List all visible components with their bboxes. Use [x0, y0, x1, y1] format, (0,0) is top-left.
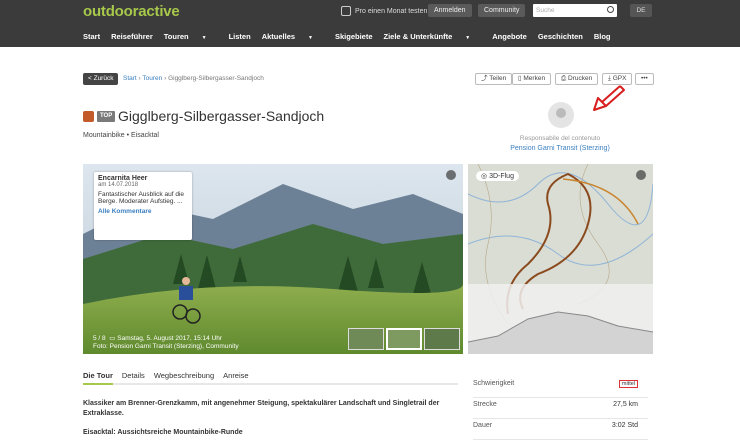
chevron-down-icon: ▼: [308, 35, 313, 41]
main-nav: Start Reiseführer Touren ▼ Listen Aktuell…: [83, 32, 622, 41]
responsible-name-link[interactable]: Pension Garni Transit (Sterzing): [480, 145, 640, 152]
tab-divider: [83, 383, 458, 385]
chevron-down-icon: ▼: [465, 35, 471, 41]
stat-label: Schwierigkeit: [473, 380, 515, 387]
nav-item-touren-label: Touren: [163, 32, 189, 41]
photo-thumbnail[interactable]: [348, 328, 384, 350]
back-button[interactable]: < Zurück: [83, 73, 119, 85]
nav-item-geschichten[interactable]: Geschichten: [538, 32, 583, 41]
print-label: Drucken: [568, 75, 593, 82]
tab-details[interactable]: Details: [122, 371, 145, 380]
bookmark-label: Merken: [523, 75, 546, 82]
photo-thumbnail[interactable]: [424, 328, 460, 350]
nav-item-listen[interactable]: Listen: [229, 32, 251, 41]
3d-flight-button[interactable]: ◎ 3D-Flug: [476, 171, 519, 181]
nav-item-ziele[interactable]: Ziele & Unterkünfte ▼: [384, 32, 482, 41]
bookmark-button[interactable]: ▯ Merken: [512, 73, 552, 85]
photo-date: Samstag, 5. August 2017, 15:14 Uhr: [117, 335, 223, 342]
stat-value: 3:02 Std: [611, 422, 638, 429]
responsible-label: Responsabile del contenuto: [519, 135, 601, 142]
search-icon[interactable]: [607, 6, 614, 13]
stat-value: 27,5 km: [613, 401, 638, 408]
3d-flight-icon: ◎: [481, 173, 490, 180]
top-badge: TOP: [97, 111, 116, 122]
pro-icon: [341, 6, 351, 16]
tour-tabs: Die Tour Details Wegbeschreibung Anreise: [83, 371, 258, 380]
comment-text: Fantastischer Ausblick auf die Berge. Mo…: [98, 191, 184, 205]
active-tab-indicator: [83, 383, 113, 385]
all-comments-link[interactable]: Alle Kommentare: [98, 208, 188, 215]
nav-item-aktuelles-label: Aktuelles: [261, 32, 296, 41]
pro-trial-label: Pro einen Monat testen: [355, 7, 428, 15]
stat-row-duration: Dauer 3:02 Std: [473, 422, 648, 440]
more-button[interactable]: •••: [635, 73, 654, 85]
expand-photo-icon[interactable]: [446, 170, 456, 180]
tour-subtitle: Mountainbike • Eisacktal: [83, 132, 159, 139]
photo-counter: 5 / 8: [93, 335, 106, 342]
share-label: Teilen: [489, 75, 507, 82]
stat-row-difficulty: Schwierigkeit mittel: [473, 380, 648, 398]
breadcrumb-tours[interactable]: Touren: [142, 75, 162, 82]
mountainbike-icon: [83, 111, 94, 122]
logo[interactable]: outdooractive: [83, 3, 180, 20]
nav-item-angebote[interactable]: Angebote: [492, 32, 527, 41]
print-icon: ⎙: [561, 75, 569, 82]
photo-credit: Foto: Pension Garni Transit (Sterzing), …: [93, 343, 239, 350]
3d-flight-label: 3D-Flug: [489, 173, 514, 180]
nav-item-touren[interactable]: Touren ▼: [164, 32, 218, 41]
search-placeholder: Suche: [536, 7, 555, 14]
expand-map-icon[interactable]: [636, 170, 646, 180]
tab-route-description[interactable]: Wegbeschreibung: [154, 371, 214, 380]
tab-tour[interactable]: Die Tour: [83, 371, 113, 380]
tour-intro: Klassiker am Brenner-Grenzkamm, mit ange…: [83, 400, 440, 417]
description-heading: Eisacktal: Aussichtsreiche Mountainbike-…: [83, 429, 243, 436]
community-button[interactable]: Community: [478, 4, 526, 17]
stat-label: Strecke: [473, 401, 497, 408]
avatar[interactable]: [548, 102, 574, 128]
comment-popup: Encarnita Heer am 14.07.2018 Fantastisch…: [94, 172, 192, 240]
language-select[interactable]: DE: [630, 4, 652, 17]
red-arrow-annotation: [593, 85, 625, 111]
pro-trial-link[interactable]: Pro einen Monat testen: [341, 6, 427, 16]
breadcrumb: Start › Touren › Gigglberg-Silbergasser-…: [123, 75, 264, 82]
login-button[interactable]: Anmelden: [428, 4, 472, 17]
breadcrumb-current: Gigglberg-Silbergasser-Sandjoch: [168, 75, 264, 82]
nav-item-aktuelles[interactable]: Aktuelles ▼: [262, 32, 324, 41]
nav-item-start[interactable]: Start: [83, 32, 100, 41]
stat-label: Dauer: [473, 422, 493, 429]
comment-date: am 14.07.2018: [98, 182, 139, 188]
gpx-label: GPX: [612, 75, 627, 82]
breadcrumb-start[interactable]: Start: [123, 75, 137, 82]
comment-author: Encarnita Heer: [98, 175, 148, 182]
difficulty-badge: mittel: [618, 380, 638, 388]
chevron-down-icon: ▼: [201, 35, 207, 41]
nav-item-skigebiete[interactable]: Skigebiete: [335, 32, 373, 41]
nav-item-reisefuehrer[interactable]: Reiseführer: [111, 32, 153, 41]
stat-row-distance: Strecke 27,5 km: [473, 401, 648, 419]
search-input[interactable]: Suche: [533, 4, 617, 17]
photo-info: 5 / 8 ▭ Samstag, 5. August 2017, 15:14 U…: [93, 335, 239, 351]
tour-map[interactable]: [468, 164, 653, 354]
calendar-icon: ▭: [109, 335, 116, 342]
photo-thumbnail-active[interactable]: [386, 328, 422, 350]
nav-item-ziele-label: Ziele & Unterkünfte: [383, 32, 453, 41]
share-icon: ⤴: [481, 75, 490, 82]
share-button[interactable]: ⤴ Teilen: [475, 73, 513, 85]
nav-item-blog[interactable]: Blog: [594, 32, 611, 41]
map-graphic: [468, 164, 653, 354]
tab-arrival[interactable]: Anreise: [223, 371, 248, 380]
page-title: Gigglberg-Silbergasser-Sandjoch: [118, 108, 325, 124]
